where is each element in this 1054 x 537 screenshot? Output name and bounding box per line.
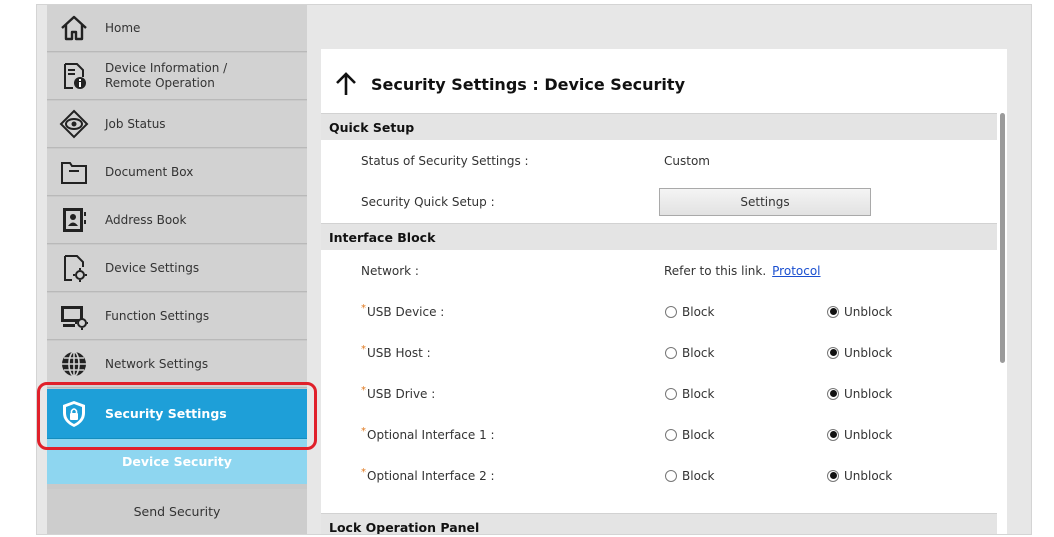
row-usb-drive: * USB Drive : Block Unblock (321, 373, 997, 414)
sidebar-item-job-status[interactable]: Job Status (47, 101, 307, 148)
radio-checked-icon (827, 469, 839, 482)
settings-button[interactable]: Settings (659, 188, 871, 216)
radio-unblock[interactable]: Unblock (827, 455, 892, 496)
row-status-of-security-settings: Status of Security Settings : Custom (321, 140, 997, 181)
radio-block[interactable]: Block (665, 332, 714, 373)
sidebar: Home Device Information / Remote Operatio… (47, 5, 307, 534)
scrollbar[interactable] (1000, 113, 1005, 363)
radio-unchecked-icon (665, 346, 677, 359)
network-value: Refer to this link. Protocol (664, 250, 821, 291)
home-icon (58, 12, 90, 44)
address-book-icon (58, 204, 90, 236)
sidebar-item-device-settings[interactable]: Device Settings (47, 245, 307, 292)
radio-checked-icon (827, 305, 839, 318)
row-usb-host: * USB Host : Block Unblock (321, 332, 997, 373)
row-usb-device: * USB Device : Block Unblock (321, 291, 997, 332)
up-arrow-icon[interactable] (333, 71, 359, 97)
radio-block[interactable]: Block (665, 414, 714, 455)
sidebar-item-function-settings[interactable]: Function Settings (47, 293, 307, 340)
radio-unblock[interactable]: Unblock (827, 291, 892, 332)
sidebar-item-device-information[interactable]: Device Information / Remote Operation (47, 53, 307, 100)
sidebar-item-label: Device Settings (105, 260, 200, 275)
row-optional-interface-2: * Optional Interface 2 : Block Unblock (321, 455, 997, 496)
sidebar-item-address-book[interactable]: Address Book (47, 197, 307, 244)
sidebar-item-home[interactable]: Home (47, 5, 307, 52)
row-label: * USB Host : (361, 344, 431, 360)
radio-checked-icon (827, 346, 839, 359)
page-title: Security Settings : Device Security (333, 69, 685, 99)
radio-block[interactable]: Block (665, 455, 714, 496)
sidebar-item-document-box[interactable]: Document Box (47, 149, 307, 196)
row-optional-interface-1: * Optional Interface 1 : Block Unblock (321, 414, 997, 455)
eye-icon (58, 108, 90, 140)
main-panel: Security Settings : Device Security Quic… (321, 49, 1007, 534)
radio-block[interactable]: Block (665, 291, 714, 332)
device-info-icon (58, 60, 90, 92)
row-label: * Optional Interface 1 : (361, 426, 495, 442)
sidebar-item-label: Document Box (105, 164, 194, 179)
sidebar-item-label: Network Settings (105, 356, 209, 371)
radio-unblock[interactable]: Unblock (827, 332, 892, 373)
sidebar-item-label: Home (105, 20, 141, 35)
document-box-icon (58, 156, 90, 188)
sidebar-subitem-send-security[interactable]: Send Security (47, 489, 307, 534)
section-header-quick-setup: Quick Setup (321, 113, 997, 140)
radio-checked-icon (827, 387, 839, 400)
radio-unchecked-icon (665, 387, 677, 400)
function-settings-icon (58, 300, 90, 332)
globe-icon (58, 348, 90, 380)
app-frame: Home Device Information / Remote Operatio… (36, 4, 1032, 535)
sidebar-item-label: Function Settings (105, 308, 210, 323)
row-label: Network : (361, 263, 419, 278)
row-security-quick-setup: Security Quick Setup : Settings (321, 181, 997, 222)
row-label: * USB Drive : (361, 385, 436, 401)
radio-unchecked-icon (665, 428, 677, 441)
sidebar-item-label: Device Information / Remote Operation (105, 61, 228, 90)
radio-block[interactable]: Block (665, 373, 714, 414)
network-refer-text: Refer to this link. (664, 263, 767, 278)
row-label: Status of Security Settings : (361, 153, 529, 168)
status-value: Custom (664, 153, 710, 168)
sidebar-item-label: Address Book (105, 212, 187, 227)
protocol-link[interactable]: Protocol (772, 264, 820, 278)
highlight-annotation (37, 382, 317, 450)
row-network: Network : Refer to this link. Protocol (321, 250, 997, 291)
row-label: Security Quick Setup : (361, 194, 495, 209)
row-label: * Optional Interface 2 : (361, 467, 495, 483)
sidebar-item-label: Job Status (105, 116, 166, 131)
sidebar-item-network-settings[interactable]: Network Settings (47, 341, 307, 388)
radio-unchecked-icon (665, 305, 677, 318)
section-header-lock-operation-panel: Lock Operation Panel (321, 513, 997, 534)
radio-unblock[interactable]: Unblock (827, 373, 892, 414)
row-label: * USB Device : (361, 303, 445, 319)
radio-checked-icon (827, 428, 839, 441)
radio-unchecked-icon (665, 469, 677, 482)
device-settings-icon (58, 252, 90, 284)
page-title-text: Security Settings : Device Security (371, 74, 685, 94)
radio-unblock[interactable]: Unblock (827, 414, 892, 455)
section-header-interface-block: Interface Block (321, 223, 997, 250)
